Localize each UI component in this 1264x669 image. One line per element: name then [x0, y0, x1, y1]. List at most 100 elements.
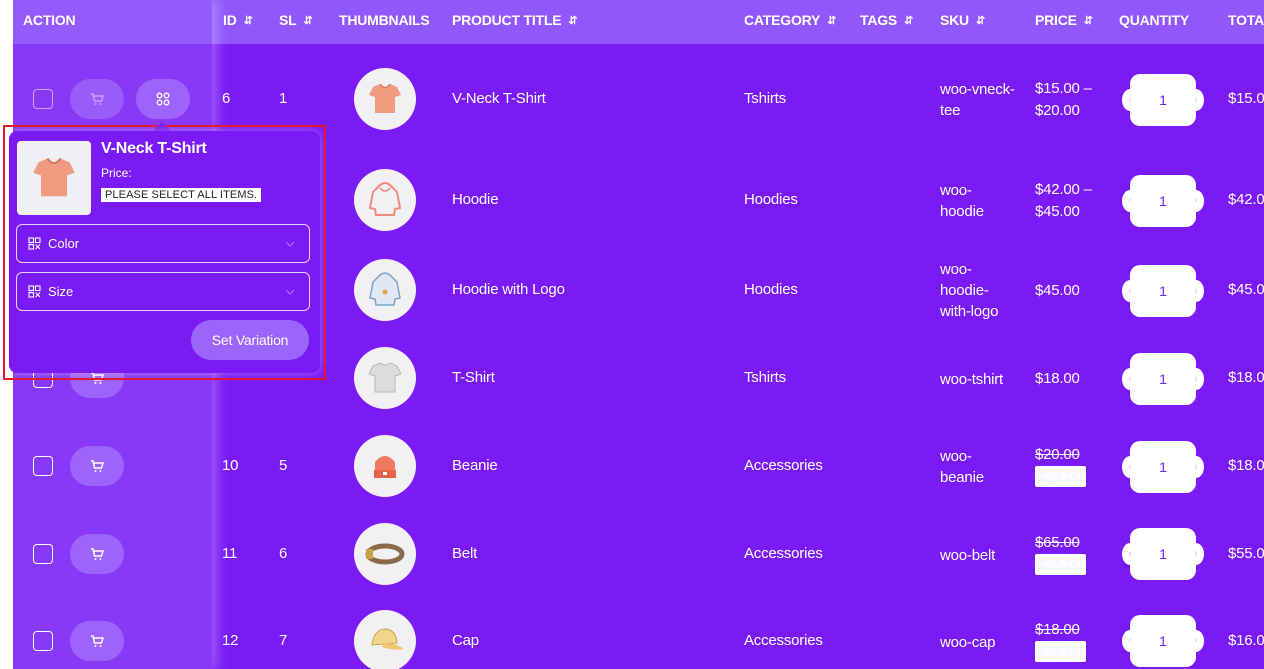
increment-button[interactable]: ›	[1188, 190, 1204, 212]
product-thumbnail[interactable]	[354, 435, 416, 497]
decrement-button[interactable]: ‹	[1122, 543, 1138, 565]
product-title-link[interactable]: Cap	[452, 632, 479, 649]
quantity-value[interactable]: 1	[1159, 459, 1167, 475]
product-sku: woo-vneck-tee	[940, 81, 1015, 119]
sort-icon[interactable]: ⇵	[304, 14, 313, 27]
row-total: $55.0	[1228, 545, 1264, 562]
product-thumbnail[interactable]	[354, 610, 416, 669]
attribute-icon	[28, 237, 41, 250]
decrement-button[interactable]: ‹	[1122, 368, 1138, 390]
decrement-button[interactable]: ‹	[1122, 280, 1138, 302]
chevron-down-icon	[285, 241, 295, 247]
product-category: Tshirts	[744, 90, 786, 107]
color-select[interactable]: Color	[16, 224, 310, 263]
product-title-link[interactable]: V-Neck T-Shirt	[452, 90, 546, 107]
sort-icon[interactable]: ⇵	[904, 14, 913, 27]
quantity-value[interactable]: 1	[1159, 371, 1167, 387]
product-price: $45.00	[1035, 282, 1080, 299]
add-to-cart-button[interactable]	[70, 621, 124, 661]
quantity-stepper[interactable]: ‹ 1 ›	[1122, 175, 1204, 227]
product-price: $18.00 $16.00	[1035, 619, 1086, 663]
product-thumbnail[interactable]	[354, 259, 416, 321]
header-total: TOTA	[1228, 12, 1264, 28]
quantity-stepper[interactable]: ‹ 1 ›	[1122, 528, 1204, 580]
row-id: 11	[222, 545, 238, 562]
quantity-value[interactable]: 1	[1159, 633, 1167, 649]
sort-icon[interactable]: ⇵	[827, 14, 836, 27]
quantity-value[interactable]: 1	[1159, 92, 1167, 108]
product-thumbnail[interactable]	[354, 523, 416, 585]
cart-icon	[91, 634, 104, 647]
row-checkbox[interactable]	[33, 89, 53, 109]
increment-button[interactable]: ›	[1188, 89, 1204, 111]
add-to-cart-button[interactable]	[70, 79, 124, 119]
increment-button[interactable]: ›	[1188, 368, 1204, 390]
header-tags[interactable]: TAGS ⇵	[860, 12, 913, 28]
header-category[interactable]: CATEGORY ⇵	[744, 12, 836, 28]
product-category: Accessories	[744, 632, 823, 649]
product-thumbnail[interactable]	[354, 68, 416, 130]
product-thumbnail[interactable]	[354, 169, 416, 231]
product-sku: woo-cap	[940, 634, 996, 651]
quantity-value[interactable]: 1	[1159, 283, 1167, 299]
vneck-tshirt-image	[369, 83, 401, 113]
quantity-stepper[interactable]: ‹ 1 ›	[1122, 74, 1204, 126]
size-select[interactable]: Size	[16, 272, 310, 311]
product-price: $65.00 $55.00	[1035, 532, 1086, 576]
sort-icon[interactable]: ⇵	[1084, 14, 1093, 27]
add-to-cart-button[interactable]	[70, 446, 124, 486]
sort-icon[interactable]: ⇵	[244, 14, 253, 27]
product-sku: woo-belt	[940, 547, 996, 564]
decrement-button[interactable]: ‹	[1122, 456, 1138, 478]
product-title-link[interactable]: T-Shirt	[452, 369, 495, 386]
quantity-stepper[interactable]: ‹ 1 ›	[1122, 615, 1204, 667]
increment-button[interactable]: ›	[1188, 456, 1204, 478]
product-title-link[interactable]: Beanie	[452, 457, 498, 474]
header-sku[interactable]: SKU ⇵	[940, 12, 985, 28]
quantity-stepper[interactable]: ‹ 1 ›	[1122, 265, 1204, 317]
product-title-link[interactable]: Belt	[452, 545, 477, 562]
row-checkbox[interactable]	[33, 544, 53, 564]
add-to-cart-button[interactable]	[70, 534, 124, 574]
quantity-stepper[interactable]: ‹ 1 ›	[1122, 353, 1204, 405]
quantity-stepper[interactable]: ‹ 1 ›	[1122, 441, 1204, 493]
product-title-link[interactable]: Hoodie with Logo	[452, 281, 565, 298]
popup-title: V-Neck T-Shirt	[101, 140, 207, 157]
regular-price: $20.00	[1035, 446, 1080, 463]
cart-icon	[91, 459, 104, 472]
set-variation-button[interactable]: Set Variation	[191, 320, 309, 360]
increment-button[interactable]: ›	[1188, 630, 1204, 652]
quantity-value[interactable]: 1	[1159, 546, 1167, 562]
decrement-button[interactable]: ‹	[1122, 630, 1138, 652]
product-sku: woo-hoodie-with-logo	[940, 261, 999, 320]
row-total: $18.0	[1228, 457, 1264, 474]
product-sku: woo-beanie	[940, 448, 984, 486]
product-thumbnail[interactable]	[354, 347, 416, 409]
header-price[interactable]: PRICE ⇵	[1035, 12, 1093, 28]
row-checkbox[interactable]	[33, 456, 53, 476]
row-total: $15.0	[1228, 90, 1264, 107]
header-sl[interactable]: SL ⇵	[279, 12, 313, 28]
increment-button[interactable]: ›	[1188, 280, 1204, 302]
product-category: Hoodies	[744, 191, 798, 208]
row-id: 12	[222, 632, 239, 649]
decrement-button[interactable]: ‹	[1122, 190, 1138, 212]
sort-icon[interactable]: ⇵	[568, 14, 577, 27]
row-sl: 6	[279, 545, 288, 562]
row-checkbox[interactable]	[33, 631, 53, 651]
sort-icon[interactable]: ⇵	[976, 14, 985, 27]
header-thumbnails: THUMBNAILS	[339, 12, 430, 28]
cart-icon	[91, 547, 104, 560]
product-category: Accessories	[744, 457, 823, 474]
product-title-link[interactable]: Hoodie	[452, 191, 499, 208]
increment-button[interactable]: ›	[1188, 543, 1204, 565]
product-price: $20.00 $18.00	[1035, 444, 1086, 488]
header-product-title[interactable]: PRODUCT TITLE ⇵	[452, 12, 578, 28]
sale-price: $18.00	[1035, 466, 1086, 487]
quantity-value[interactable]: 1	[1159, 193, 1167, 209]
variation-grid-icon	[156, 92, 170, 106]
select-variation-button[interactable]	[136, 79, 190, 119]
header-id[interactable]: ID ⇵	[223, 12, 253, 28]
product-price: $42.00 – $45.00	[1035, 181, 1092, 220]
decrement-button[interactable]: ‹	[1122, 89, 1138, 111]
